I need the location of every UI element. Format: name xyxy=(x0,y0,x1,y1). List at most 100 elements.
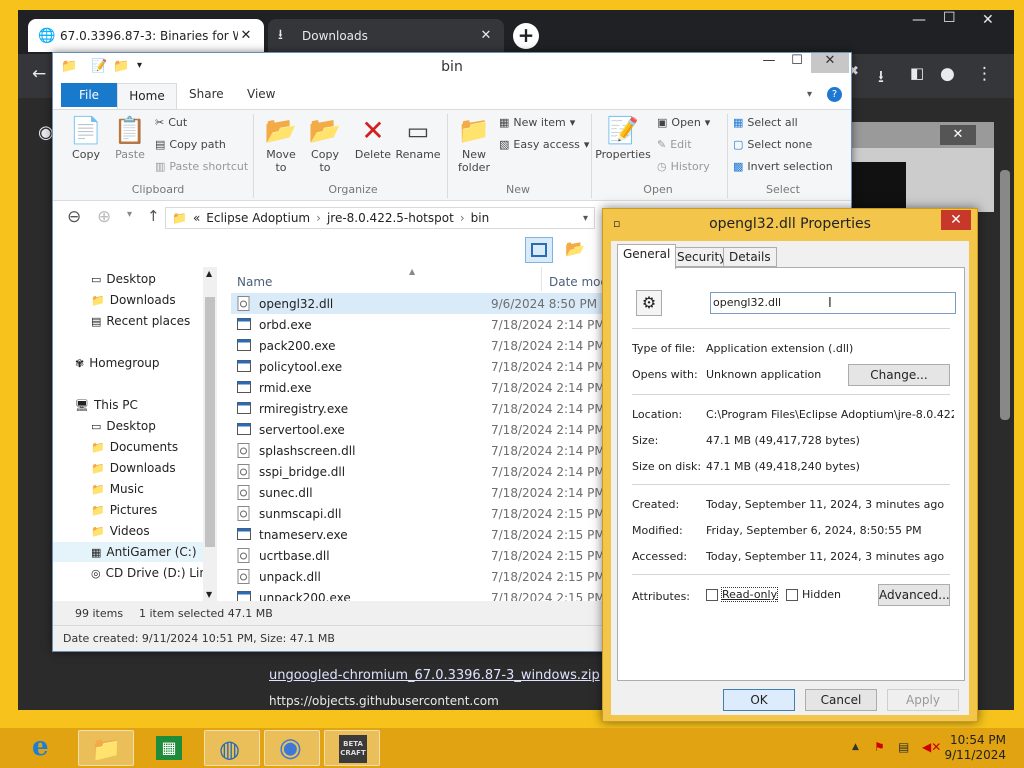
scroll-down-icon[interactable]: ▼ xyxy=(206,590,212,599)
cut-button[interactable]: ✂ Cut xyxy=(155,116,187,129)
tab-general[interactable]: General xyxy=(617,244,677,269)
file-row[interactable]: sunmscapi.dll 7/18/2024 2:15 PM xyxy=(231,503,651,524)
sidepanel-icon[interactable]: ◧ xyxy=(910,64,924,82)
rename-button[interactable]: ▭ Rename xyxy=(395,114,441,161)
chevron-down-icon[interactable]: ▾ xyxy=(583,213,588,224)
download-icon[interactable]: ⭳ xyxy=(878,64,884,93)
minimize-button[interactable]: — xyxy=(912,12,926,28)
advanced-button[interactable]: Advanced... xyxy=(878,584,950,606)
clock[interactable]: 10:54 PM 9/11/2024 xyxy=(944,733,1006,763)
volume-muted-icon[interactable]: ◀✕ xyxy=(922,740,941,754)
file-row[interactable]: servertool.exe 7/18/2024 2:14 PM xyxy=(231,419,651,440)
maximize-button[interactable]: ☐ xyxy=(783,53,811,73)
nav-item-videos[interactable]: 📁 Videos xyxy=(53,521,203,541)
ok-button[interactable]: OK xyxy=(723,689,795,711)
nav-item-documents[interactable]: 📁 Documents xyxy=(53,437,203,457)
nav-item-pictures[interactable]: 📁 Pictures xyxy=(53,500,203,520)
help-icon[interactable]: ? xyxy=(827,87,842,102)
back-icon[interactable]: ⊖ xyxy=(67,207,81,227)
maximize-button[interactable]: ☐ xyxy=(943,10,956,26)
address-bar[interactable]: 📁 « Eclipse Adoptium › jre-8.0.422.5-hot… xyxy=(165,207,595,229)
nav-scrollbar[interactable]: ▲ ▼ xyxy=(203,267,217,601)
minimize-button[interactable]: — xyxy=(755,53,783,73)
properties-button[interactable]: 📝 Properties xyxy=(595,114,651,161)
file-row[interactable]: rmiregistry.exe 7/18/2024 2:14 PM xyxy=(231,398,651,419)
taskbar-chromium[interactable]: ◉ xyxy=(264,730,320,766)
download-link[interactable]: ungoogled-chromium_67.0.3396.87-3_window… xyxy=(269,668,600,683)
nav-item-desktop[interactable]: ▭ Desktop xyxy=(53,269,203,289)
file-row[interactable]: unpack.dll 7/18/2024 2:15 PM xyxy=(231,566,651,587)
network-icon[interactable]: ▤ xyxy=(898,740,909,754)
copy-to-button[interactable]: 📂 Copy to xyxy=(303,114,347,174)
file-row[interactable]: sunec.dll 7/18/2024 2:14 PM xyxy=(231,482,651,503)
recent-locations-icon[interactable]: ▾ xyxy=(127,209,132,220)
checkbox[interactable] xyxy=(706,589,718,601)
file-row[interactable]: sspi_bridge.dll 7/18/2024 2:14 PM xyxy=(231,461,651,482)
file-row[interactable]: unpack200.exe 7/18/2024 2:15 PM xyxy=(231,587,651,601)
close-tab-icon[interactable]: ✕ xyxy=(238,28,254,43)
move-to-button[interactable]: 📂 Move to xyxy=(259,114,303,174)
collapse-ribbon-icon[interactable]: ▾ xyxy=(807,89,812,100)
filename-field[interactable]: opengl32.dll xyxy=(710,292,956,314)
scroll-thumb[interactable] xyxy=(1000,170,1010,420)
action-center-icon[interactable]: ⚑ xyxy=(874,740,885,754)
scroll-thumb[interactable] xyxy=(205,297,215,547)
apply-button[interactable]: Apply xyxy=(887,689,959,711)
preview-pane-button[interactable] xyxy=(525,237,553,263)
close-tab-icon[interactable]: ✕ xyxy=(478,28,494,43)
close-button[interactable]: ✕ xyxy=(941,210,971,230)
close-icon[interactable]: ✕ xyxy=(940,125,976,145)
file-row[interactable]: rmid.exe 7/18/2024 2:14 PM xyxy=(231,377,651,398)
chrome-tab-binaries[interactable]: 🌐 67.0.3396.87-3: Binaries for Wind ✕ xyxy=(28,19,264,52)
chrome-tab-downloads[interactable]: ⭳ Downloads ✕ xyxy=(268,19,504,52)
new-tab-button[interactable]: + xyxy=(513,23,539,49)
tab-share[interactable]: Share xyxy=(189,87,224,101)
nav-item-antigamer-c[interactable]: ▦ AntiGamer (C:) xyxy=(53,542,203,562)
easy-access-button[interactable]: ▧ Easy access ▾ xyxy=(499,138,589,151)
file-row[interactable]: policytool.exe 7/18/2024 2:14 PM xyxy=(231,356,651,377)
taskbar-internet-explorer[interactable]: e xyxy=(18,730,74,766)
nav-item-desktop[interactable]: ▭ Desktop xyxy=(53,416,203,436)
menu-icon[interactable]: ⋮ xyxy=(976,64,993,84)
change-button[interactable]: Change... xyxy=(848,364,950,386)
nav-item-music[interactable]: 📁 Music xyxy=(53,479,203,499)
history-button[interactable]: ◷ History xyxy=(657,160,710,173)
scroll-up-icon[interactable]: ▲ xyxy=(206,269,212,278)
invert-selection-button[interactable]: ▩ Invert selection xyxy=(733,160,833,173)
profile-icon[interactable]: ● xyxy=(940,64,955,84)
close-button[interactable]: ✕ xyxy=(811,53,849,73)
tab-home[interactable]: Home xyxy=(117,83,177,109)
column-name[interactable]: Name xyxy=(237,275,272,289)
taskbar-file-explorer[interactable]: 📁 xyxy=(78,730,134,766)
taskbar-betacrafts[interactable]: BETA CRAFT xyxy=(324,730,380,766)
nav-item-homegroup[interactable]: ✾ Homegroup xyxy=(53,353,203,373)
close-button[interactable]: ✕ xyxy=(982,12,994,28)
nav-item-downloads[interactable]: 📁 Downloads xyxy=(53,458,203,478)
select-all-button[interactable]: ▦ Select all xyxy=(733,116,798,129)
file-row[interactable]: pack200.exe 7/18/2024 2:14 PM xyxy=(231,335,651,356)
tab-details[interactable]: Details xyxy=(723,247,777,267)
checkbox[interactable] xyxy=(786,589,798,601)
file-row[interactable]: opengl32.dll 9/6/2024 8:50 PM xyxy=(231,293,651,314)
new-folder-button[interactable]: 📁 New folder xyxy=(451,114,497,174)
tab-view[interactable]: View xyxy=(247,87,275,101)
paste-shortcut-button[interactable]: ▥ Paste shortcut xyxy=(155,160,248,173)
chevron-right-icon[interactable]: › xyxy=(316,211,321,225)
nav-item-recent-places[interactable]: ▤ Recent places xyxy=(53,311,203,331)
breadcrumb-prefix[interactable]: « xyxy=(193,211,200,225)
page-scrollbar[interactable] xyxy=(996,150,1014,710)
nav-item-cd-drive-d-lin[interactable]: ◎ CD Drive (D:) Lin xyxy=(53,563,207,583)
copy-button[interactable]: 📄 Copy xyxy=(63,114,109,161)
forward-icon[interactable]: ⊕ xyxy=(97,207,111,227)
taskbar-browser-1[interactable]: ◍ xyxy=(204,730,260,766)
breadcrumb-eclipse-adoptium[interactable]: Eclipse Adoptium xyxy=(206,211,310,225)
chevron-right-icon[interactable]: › xyxy=(460,211,465,225)
file-row[interactable]: ucrtbase.dll 7/18/2024 2:15 PM xyxy=(231,545,651,566)
nav-item-this-pc[interactable]: 🖥 This PC xyxy=(53,395,203,415)
file-row[interactable]: tnameserv.exe 7/18/2024 2:15 PM xyxy=(231,524,651,545)
select-none-button[interactable]: ▢ Select none xyxy=(733,138,812,151)
open-button[interactable]: ▣ Open ▾ xyxy=(657,116,710,129)
view-options-icon[interactable]: 📂 xyxy=(565,239,585,258)
file-row[interactable]: splashscreen.dll 7/18/2024 2:14 PM xyxy=(231,440,651,461)
back-icon[interactable]: ← xyxy=(32,64,46,84)
